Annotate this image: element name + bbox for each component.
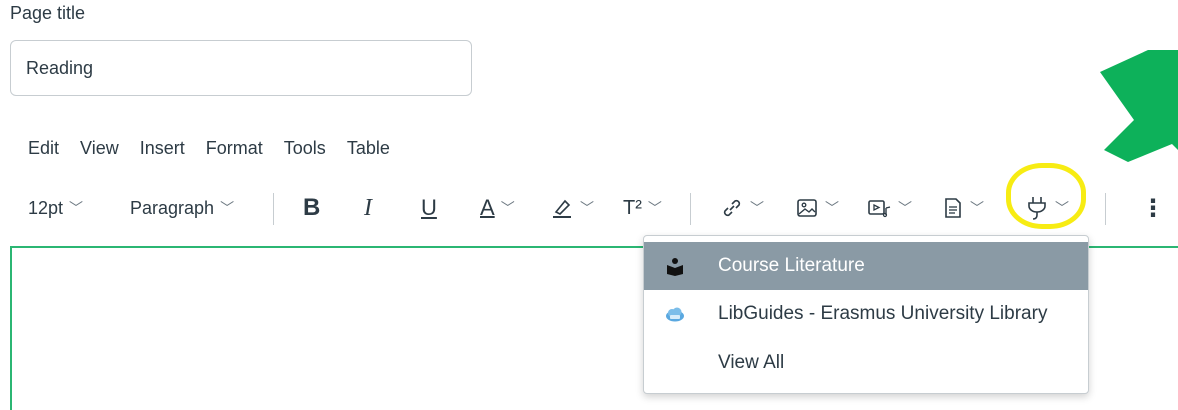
block-format-select[interactable]: Paragraph ﹀ <box>130 185 234 231</box>
chevron-down-icon: ﹀ <box>1055 200 1069 216</box>
image-button[interactable]: ﹀ <box>795 185 839 231</box>
chevron-down-icon: ﹀ <box>500 200 515 216</box>
annotation-arrow-icon <box>1100 50 1178 162</box>
highlight-color-button[interactable]: ﹀ <box>550 185 594 231</box>
apps-plugin-dropdown: Course Literature LibGuides - Erasmus Un… <box>643 235 1089 394</box>
text-color-button[interactable]: A ﹀ <box>480 185 515 231</box>
editor-toolbar: 12pt ﹀ Paragraph ﹀ B I U A ﹀ ﹀ T² ﹀ ﹀ ﹀ … <box>0 185 1178 231</box>
chevron-down-icon: ﹀ <box>970 200 984 216</box>
underline-icon: U <box>421 195 437 220</box>
document-icon <box>945 198 961 218</box>
link-button[interactable]: ﹀ <box>720 185 764 231</box>
italic-button[interactable]: I <box>364 185 372 231</box>
toolbar-divider <box>1105 193 1106 225</box>
highlighter-icon <box>553 199 571 218</box>
chevron-down-icon: ﹀ <box>750 200 764 216</box>
menu-item-view-all[interactable]: View All <box>644 339 1088 387</box>
menu-item-libguides[interactable]: LibGuides - Erasmus University Library <box>644 290 1088 338</box>
page-title-input[interactable] <box>10 40 472 96</box>
menu-item-label: LibGuides - Erasmus University Library <box>718 303 1048 324</box>
chevron-down-icon: ﹀ <box>825 200 839 216</box>
toolbar-divider <box>690 193 691 225</box>
page-title-label: Page title <box>10 3 86 23</box>
link-icon <box>723 199 741 217</box>
chevron-down-icon: ﹀ <box>580 200 594 216</box>
superscript-button[interactable]: T² ﹀ <box>623 185 662 231</box>
underline-button[interactable]: U <box>421 185 437 231</box>
chevron-down-icon: ﹀ <box>69 200 84 216</box>
media-icon <box>868 200 891 218</box>
document-button[interactable]: ﹀ <box>942 185 984 231</box>
menu-item-label: Course Literature <box>718 255 865 276</box>
chevron-down-icon: ﹀ <box>647 200 662 216</box>
font-size-select[interactable]: 12pt ﹀ <box>28 185 83 231</box>
font-size-value: 12pt <box>28 197 64 218</box>
menu-edit[interactable]: Edit <box>28 138 59 159</box>
menu-format[interactable]: Format <box>206 138 263 159</box>
media-button[interactable]: ﹀ <box>866 185 912 231</box>
apps-plugin-button[interactable]: ﹀ <box>1025 185 1069 231</box>
menu-insert[interactable]: Insert <box>140 138 185 159</box>
toolbar-divider <box>273 193 274 225</box>
bold-button[interactable]: B <box>303 185 320 231</box>
rce-page: Page title Edit View Insert Format Tools… <box>0 0 1178 410</box>
menu-item-label: View All <box>718 352 785 373</box>
course-literature-icon <box>664 255 686 277</box>
menu-view[interactable]: View <box>80 138 119 159</box>
editor-menubar: Edit View Insert Format Tools Table <box>28 138 411 159</box>
plug-icon <box>1028 197 1046 220</box>
text-color-icon: A <box>480 195 495 220</box>
superscript-icon: T² <box>623 196 642 219</box>
menu-table[interactable]: Table <box>347 138 390 159</box>
menu-item-course-literature[interactable]: Course Literature <box>644 242 1088 290</box>
block-format-value: Paragraph <box>130 197 215 218</box>
more-vertical-icon: ⋮ <box>1141 194 1165 222</box>
menu-tools[interactable]: Tools <box>284 138 326 159</box>
image-icon <box>797 199 817 217</box>
bold-icon: B <box>303 194 321 221</box>
more-options-button[interactable]: ⋮ <box>1141 185 1165 231</box>
libguides-cloud-icon <box>664 303 686 325</box>
chevron-down-icon: ﹀ <box>898 200 912 216</box>
chevron-down-icon: ﹀ <box>220 200 235 216</box>
italic-icon: I <box>364 194 372 221</box>
